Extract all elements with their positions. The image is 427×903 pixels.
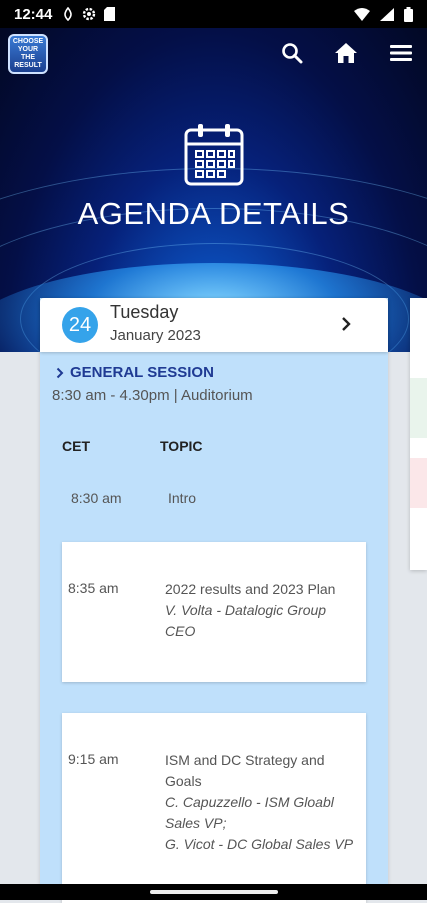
calendar-icon [184,124,244,186]
search-icon[interactable] [279,40,305,66]
item-topic: Intro [168,490,197,506]
item-speaker: G. Vicot - DC Global Sales VP [165,836,354,852]
page-title: AGENDA DETAILS [77,196,350,231]
item-speaker: V. Volta - Datalogic Group CEO [165,602,327,639]
battery-icon [404,6,413,22]
item-body: ISM and DC Strategy and Goals C. Capuzze… [165,750,355,855]
item-speaker: C. Capuzzello - ISM Gloabl Sales VP; [165,794,334,831]
date-header[interactable]: 24 Tuesday January 2023 [40,298,388,352]
column-header-topic: TOPIC [160,438,203,454]
data-saver-icon [64,7,73,21]
agenda-item-card[interactable]: 9:15 am ISM and DC Strategy and Goals C.… [62,713,366,903]
column-header-time: CET [62,438,90,454]
item-time: 8:30 am [71,490,122,506]
date-month-year: January 2023 [110,327,201,344]
item-topic: ISM and DC Strategy and Goals [165,752,325,789]
item-body: 2022 results and 2023 Plan V. Volta - Da… [165,579,355,642]
app-logo[interactable]: CHOOSE YOUR THE RESULT [8,34,48,74]
item-topic: 2022 results and 2023 Plan [165,581,336,597]
status-bar: 12:44 [0,0,427,28]
home-icon[interactable] [333,40,359,66]
date-day-badge: 24 [62,307,98,343]
agenda-item-card[interactable]: 8:35 am 2022 results and 2023 Plan V. Vo… [62,542,366,682]
home-gesture-pill[interactable] [150,890,278,894]
status-time: 12:44 [14,5,53,23]
next-day-card[interactable] [410,298,427,570]
item-time: 9:15 am [68,751,119,767]
chevron-right-icon [56,367,64,378]
date-weekday: Tuesday [110,302,179,322]
wifi-icon [354,7,370,21]
signal-icon [380,7,394,21]
item-time: 8:35 am [68,580,119,596]
gesture-nav-bar [0,884,427,900]
agenda-day-column: 24 Tuesday January 2023 GENERAL SESSION … [40,298,388,903]
menu-icon[interactable] [388,40,414,66]
session-title[interactable]: GENERAL SESSION [56,364,214,381]
settings-icon [83,7,96,21]
session-subtitle: 8:30 am - 4.30pm | Auditorium [52,387,253,404]
sd-card-icon [104,7,116,21]
chevron-right-icon[interactable] [336,314,356,334]
logo-text: CHOOSE YOUR THE RESULT [12,38,44,69]
session-title-text: GENERAL SESSION [70,364,214,381]
